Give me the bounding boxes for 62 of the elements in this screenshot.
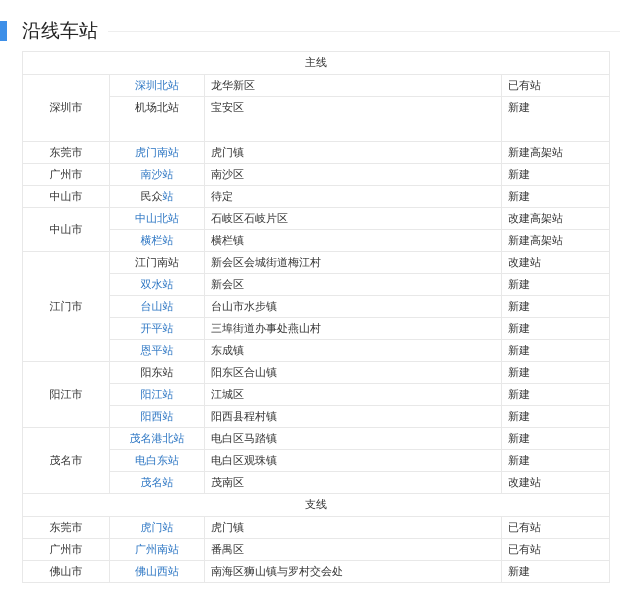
status-cell: 改建站 — [502, 472, 610, 494]
location-cell: 台山市水步镇 — [204, 296, 502, 318]
location-cell: 番禺区 — [204, 538, 502, 560]
status-cell: 已有站 — [502, 74, 610, 96]
station-name: 阳东站 — [140, 366, 174, 378]
city-cell: 广州市 — [22, 164, 110, 186]
section-header-cell: 主线 — [22, 52, 610, 74]
location-cell: 待定 — [204, 186, 502, 208]
status-cell: 已有站 — [502, 516, 610, 538]
status-cell: 新建 — [502, 362, 610, 384]
location-cell: 江城区 — [204, 384, 502, 406]
location-cell: 龙华新区 — [204, 74, 502, 96]
location-cell: 新会区会城街道梅江村 — [204, 252, 502, 274]
status-cell: 已有站 — [502, 538, 610, 560]
location-cell: 宝安区 — [204, 96, 502, 142]
location-cell: 东成镇 — [204, 340, 502, 362]
location-cell: 横栏镇 — [204, 230, 502, 252]
status-cell: 新建 — [502, 428, 610, 450]
location-cell: 南沙区 — [204, 164, 502, 186]
location-cell: 阳东区合山镇 — [204, 362, 502, 384]
section-header-cell: 支线 — [22, 494, 610, 516]
status-cell: 新建 — [502, 560, 610, 582]
city-cell: 广州市 — [22, 538, 110, 560]
location-cell: 南海区狮山镇与罗村交会处 — [204, 560, 502, 582]
status-cell: 新建 — [502, 340, 610, 362]
location-cell: 茂南区 — [204, 472, 502, 494]
city-cell: 阳江市 — [22, 362, 110, 428]
status-cell: 新建 — [502, 450, 610, 472]
location-cell: 电白区马踏镇 — [204, 428, 502, 450]
status-cell: 新建 — [502, 406, 610, 428]
status-cell: 新建高架站 — [502, 142, 610, 164]
city-cell: 东莞市 — [22, 516, 110, 538]
status-cell: 新建高架站 — [502, 230, 610, 252]
city-cell: 东莞市 — [22, 142, 110, 164]
location-cell: 电白区观珠镇 — [204, 450, 502, 472]
location-cell: 阳西县程村镇 — [204, 406, 502, 428]
status-cell: 改建站 — [502, 252, 610, 274]
status-cell: 新建 — [502, 164, 610, 186]
station-name: 机场北站 — [135, 101, 179, 114]
city-cell: 茂名市 — [22, 428, 110, 494]
city-cell: 佛山市 — [22, 560, 110, 582]
status-cell: 新建 — [502, 96, 610, 142]
location-cell: 虎门镇 — [204, 142, 502, 164]
location-cell: 石岐区石岐片区 — [204, 208, 502, 230]
station-link[interactable]: 站 — [162, 190, 174, 202]
status-cell: 新建 — [502, 186, 610, 208]
city-cell: 中山市 — [22, 208, 110, 252]
status-cell: 新建 — [502, 384, 610, 406]
status-cell: 改建高架站 — [502, 208, 610, 230]
city-cell: 深圳市 — [22, 74, 110, 142]
status-cell: 新建 — [502, 318, 610, 340]
station-name: 民众 — [140, 190, 162, 202]
location-cell: 新会区 — [204, 274, 502, 296]
location-cell: 三埠街道办事处燕山村 — [204, 318, 502, 340]
city-cell: 中山市 — [22, 186, 110, 208]
section-title: 沿线车站 — [22, 19, 98, 44]
location-cell: 虎门镇 — [204, 516, 502, 538]
city-cell: 江门市 — [22, 252, 110, 362]
status-cell: 新建 — [502, 274, 610, 296]
status-cell: 新建 — [502, 296, 610, 318]
accent-bar — [0, 21, 7, 41]
station-name: 江门南站 — [135, 256, 179, 268]
